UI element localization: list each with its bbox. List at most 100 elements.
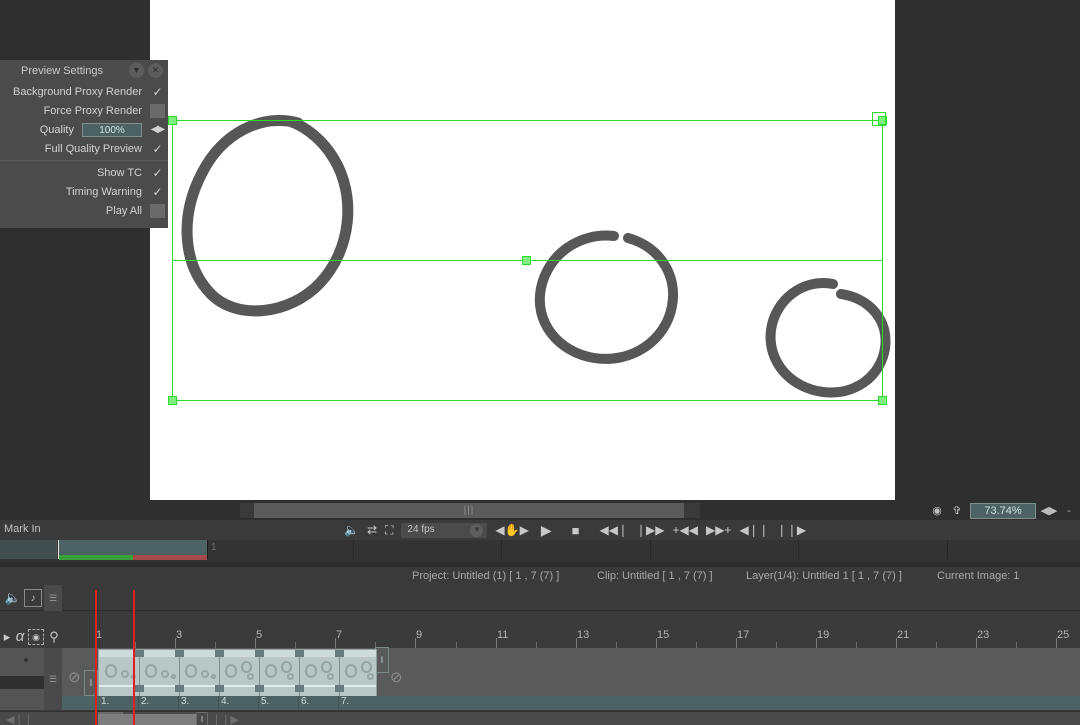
horizontal-scrollbar-thumb[interactable]: ||| bbox=[254, 503, 684, 518]
thumbnail-shape bbox=[321, 661, 332, 673]
alpha-icon[interactable]: α bbox=[12, 627, 28, 645]
thumbnail-shape bbox=[121, 670, 129, 678]
pan-icon[interactable]: ✞ bbox=[950, 504, 964, 518]
pref-row-background-proxy-render[interactable]: Background Proxy Render ✓ bbox=[0, 82, 168, 101]
ruler-label: 15 bbox=[657, 629, 670, 641]
viewer-area[interactable]: Preview Settings ▼ ✕ Background Proxy Re… bbox=[0, 0, 1080, 500]
status-project: Project: Untitled (1) [ 1 , 7 (7) ] bbox=[412, 570, 560, 582]
timeline-playhead-end[interactable] bbox=[133, 590, 135, 725]
status-bar: Project: Untitled (1) [ 1 , 7 (7) ] Clip… bbox=[0, 566, 1080, 585]
stepper-icon[interactable]: ◀▶ bbox=[150, 124, 165, 135]
zoom-stepper-icon[interactable]: ◀▶ bbox=[1041, 504, 1058, 518]
secondary-clip[interactable] bbox=[98, 714, 196, 725]
timeline-ruler[interactable]: 1 3 5 7 9 11 13 15 17 19 21 23 25 bbox=[62, 626, 1080, 648]
status-clip: Clip: Untitled [ 1 , 7 (7) ] bbox=[597, 570, 713, 582]
timeline-playhead-start[interactable] bbox=[95, 590, 97, 725]
check-icon[interactable]: ✓ bbox=[150, 84, 165, 99]
thumbnail-shape bbox=[287, 673, 294, 680]
thumbnail-shape bbox=[201, 670, 209, 678]
stop-button[interactable]: ■ bbox=[572, 520, 580, 540]
close-icon[interactable]: ✕ bbox=[148, 63, 163, 78]
panel-grip-top[interactable]: ☰ bbox=[44, 585, 62, 611]
fps-dropdown[interactable]: 24 fps ▼ bbox=[401, 522, 488, 538]
drawing-canvas[interactable] bbox=[150, 0, 895, 500]
thumbnail-shape bbox=[105, 664, 117, 678]
mark-in-region[interactable] bbox=[0, 540, 57, 559]
thumbnail-shape bbox=[241, 661, 252, 673]
pref-row-force-proxy-render[interactable]: Force Proxy Render bbox=[0, 101, 168, 120]
timeline-clip[interactable] bbox=[98, 649, 377, 698]
selection-handle-bottom-left[interactable] bbox=[168, 396, 177, 405]
transport-bar: Mark In 🔈 ⇄ ⛶ 24 fps ▼ ◀✋▶ ▶ ■ ◀◀❘ ❘▶▶ +… bbox=[0, 520, 1080, 540]
frame-range-bar[interactable]: 1 bbox=[0, 540, 1080, 562]
step-forward-icon[interactable]: ❘❘▶ bbox=[212, 713, 239, 725]
step-forward-button[interactable]: ❘❘▶ bbox=[777, 520, 806, 540]
magnifier-icon[interactable]: ⚲ bbox=[46, 629, 62, 645]
thumbnail-shape bbox=[361, 661, 372, 673]
pref-row-show-tc[interactable]: Show TC ✓ bbox=[0, 163, 168, 182]
pref-label: Background Proxy Render bbox=[12, 85, 142, 98]
fps-value: 24 fps bbox=[407, 524, 435, 535]
chevron-down-icon[interactable]: ▼ bbox=[470, 523, 484, 537]
ruler-label: 23 bbox=[977, 629, 990, 641]
pref-label: Timing Warning bbox=[65, 185, 142, 198]
status-layer: Layer(1/4): Untitled 1 [ 1 , 7 (7) ] bbox=[746, 570, 902, 582]
selection-handle-top-left[interactable] bbox=[168, 116, 177, 125]
hand-scrub-icon[interactable]: ◀✋▶ bbox=[495, 520, 528, 540]
frame-number: 4. bbox=[221, 696, 230, 707]
thumbnail-shape bbox=[305, 664, 317, 678]
previous-mark-button[interactable]: +◀◀ bbox=[673, 520, 698, 540]
zoom-controls: ◉ ✞ 73.74% ◀▶ - bbox=[930, 502, 1076, 519]
thumbnail-shape bbox=[367, 673, 374, 680]
thumbnail-shape bbox=[171, 674, 176, 679]
step-back-icon[interactable]: ◀❘❘ bbox=[6, 713, 33, 725]
speaker-icon[interactable]: 🔈 bbox=[5, 590, 21, 606]
chevron-down-icon[interactable]: ▼ bbox=[129, 63, 144, 78]
audio-toggle-icon[interactable]: 🔈 bbox=[344, 520, 359, 540]
mark-in-label: Mark In bbox=[4, 523, 41, 535]
pref-label: Force Proxy Render bbox=[43, 104, 142, 117]
panel-grip-side[interactable]: ☰ bbox=[44, 648, 62, 710]
step-back-button[interactable]: ◀❘❘ bbox=[739, 520, 768, 540]
frame-bar-tick bbox=[650, 540, 651, 559]
pref-row-quality[interactable]: Quality 100% ◀▶ bbox=[0, 120, 168, 139]
quality-input[interactable]: 100% bbox=[82, 122, 142, 137]
clip-end-endcap[interactable]: ‖ bbox=[375, 647, 389, 673]
ruler-label: 13 bbox=[577, 629, 590, 641]
image-note-icon[interactable]: ♪ bbox=[24, 589, 42, 607]
ruler-label: 9 bbox=[416, 629, 423, 641]
selection-handle-bottom-right[interactable] bbox=[878, 396, 887, 405]
zoom-level-input[interactable]: 73.74% bbox=[970, 502, 1036, 519]
checkbox-empty[interactable] bbox=[150, 203, 165, 218]
timeline-secondary-track[interactable]: ‖ ◀❘❘ ❘❘▶ bbox=[0, 711, 1080, 725]
checkbox-empty[interactable] bbox=[150, 103, 165, 118]
frame-bar-tick bbox=[353, 540, 354, 559]
pref-row-full-quality-preview[interactable]: Full Quality Preview ✓ bbox=[0, 139, 168, 158]
check-icon[interactable]: ✓ bbox=[150, 141, 165, 156]
selection-marquee-icon[interactable]: ◉ bbox=[28, 629, 44, 645]
play-button[interactable]: ▶ bbox=[541, 520, 552, 540]
timeline-toolbar-top: 🔈 ♪ ☰ bbox=[0, 585, 1080, 611]
pref-row-play-all[interactable]: Play All bbox=[0, 201, 168, 220]
frame-number: 2. bbox=[141, 696, 150, 707]
frame-bar-range-end[interactable] bbox=[207, 540, 208, 559]
go-to-end-button[interactable]: ❘▶▶ bbox=[636, 520, 665, 540]
check-icon[interactable]: ✓ bbox=[150, 184, 165, 199]
fullscreen-icon[interactable]: ⛶ bbox=[385, 520, 393, 540]
fit-icon[interactable]: ◉ bbox=[930, 504, 944, 518]
layer-dot[interactable] bbox=[24, 658, 28, 662]
frame-number-strip[interactable]: 1. 2. 3. 4. 5. 6. 7. bbox=[98, 696, 377, 710]
zoom-minus-button[interactable]: - bbox=[1062, 504, 1076, 518]
next-mark-button[interactable]: ▶▶+ bbox=[706, 520, 731, 540]
pref-row-timing-warning[interactable]: Timing Warning ✓ bbox=[0, 182, 168, 201]
go-to-start-button[interactable]: ◀◀❘ bbox=[599, 520, 628, 540]
thumbnail-shape bbox=[265, 664, 277, 678]
secondary-clip-endcap[interactable]: ‖ bbox=[196, 712, 208, 725]
thumbnail-shape bbox=[145, 664, 157, 678]
loop-icon[interactable]: ⇄ bbox=[367, 520, 377, 540]
selection-handle-middle-left[interactable] bbox=[522, 256, 531, 265]
check-icon[interactable]: ✓ bbox=[150, 165, 165, 180]
drawing-stroke-1 bbox=[170, 115, 370, 320]
application-window: Preview Settings ▼ ✕ Background Proxy Re… bbox=[0, 0, 1080, 725]
selection-handle-top-right-outer[interactable] bbox=[872, 112, 886, 126]
